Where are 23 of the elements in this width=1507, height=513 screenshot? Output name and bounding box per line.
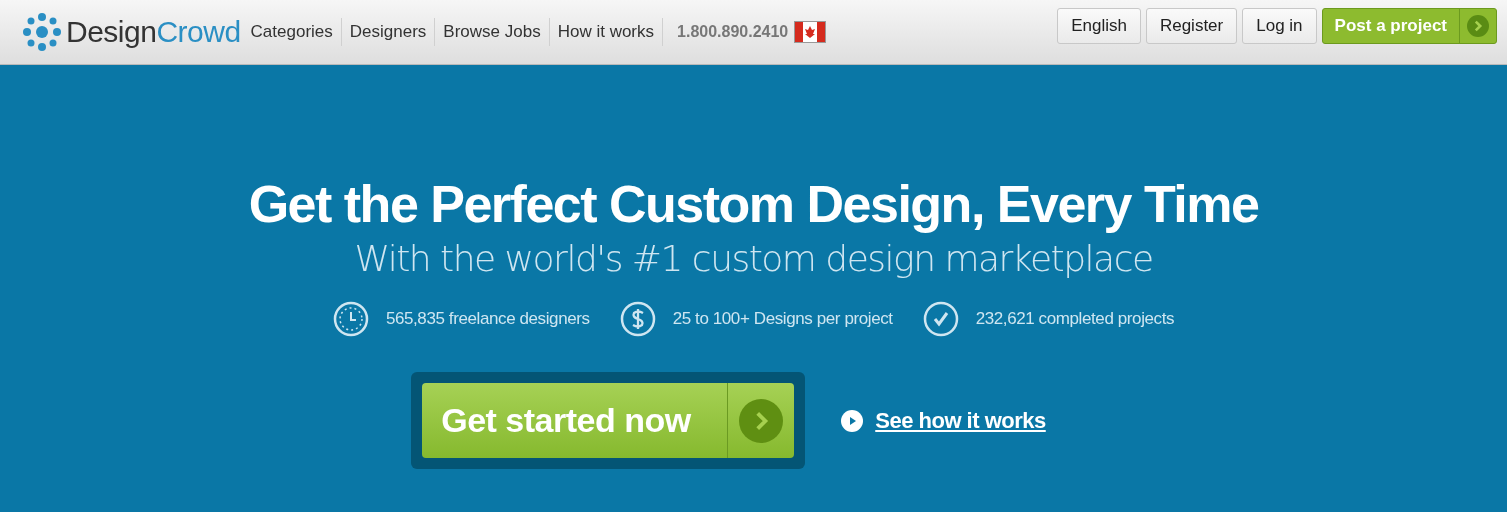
phone-number: 1.800.890.2410 [677,23,789,41]
header-button[interactable]: English [1057,8,1141,44]
stat-text: 565,835 freelance designers [385,309,590,329]
hero-subtitle: With the world's #1 custom design marketplace [354,237,1153,281]
nav-link[interactable]: Browse Jobs [435,18,550,46]
header-button[interactable]: Log in [1242,8,1317,44]
logo[interactable]: DesignCrowd [66,15,241,49]
canada-flag-icon [794,21,827,43]
hero-title: Get the Perfect Custom Design, Every Time [248,174,1259,235]
dollar-icon [619,301,656,337]
logo-icon [22,12,62,52]
clock-icon [332,301,369,337]
checkmark-icon [922,301,959,337]
play-icon [841,409,864,432]
stat-text: 232,621 completed projects [975,309,1175,329]
nav-link[interactable]: Designers [341,18,436,46]
chevron-icon [739,398,784,443]
chevron-icon [1467,15,1489,37]
nav-link[interactable]: Categories [248,18,342,46]
stat-text: 25 to 100+ Designs per project [672,309,893,329]
nav-link[interactable]: How it works [549,18,664,46]
header-button[interactable]: Register [1145,8,1238,44]
see-how-it-works-link[interactable]: See how it works [875,407,1046,434]
